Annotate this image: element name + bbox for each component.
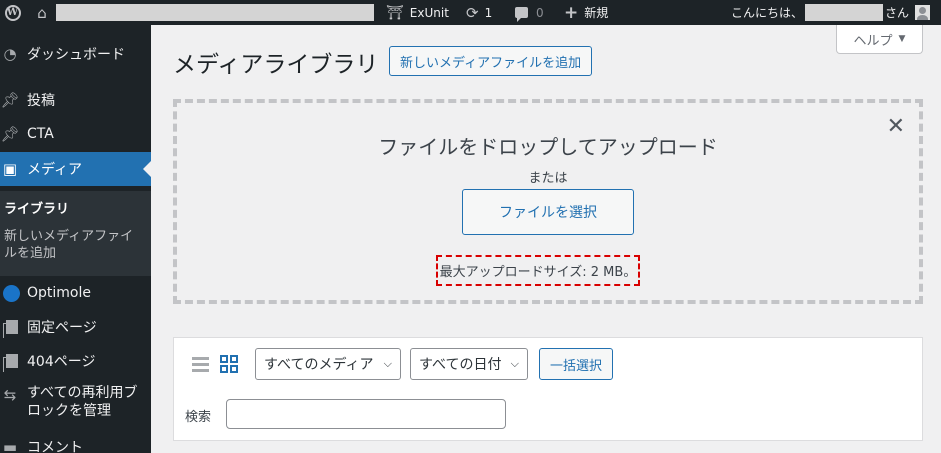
updates-icon: ⟳	[466, 3, 479, 22]
sidebar-item-label: 固定ページ	[27, 320, 97, 336]
updates-menu[interactable]: ⟳ 1	[466, 0, 492, 25]
sidebar-item-posts[interactable]: 📌︎ 投稿	[0, 89, 151, 111]
chevron-down-icon: ⌵	[510, 357, 519, 370]
sidebar-item-optimole[interactable]: Optimole	[0, 282, 151, 304]
comments-icon: ▬	[2, 438, 18, 453]
reusable-blocks-icon: ⇆	[3, 386, 17, 404]
media-toolbar: すべてのメディア ⌵ すべての日付 ⌵ 一括選択 検索	[173, 337, 923, 441]
media-type-filter[interactable]: すべてのメディア ⌵	[255, 348, 401, 380]
bulk-select-button[interactable]: 一括選択	[539, 348, 614, 380]
date-filter-value: すべての日付	[419, 357, 502, 373]
sidebar-item-comments[interactable]: ▬ コメント	[0, 436, 151, 453]
max-upload-size: 最大アップロードサイズ: 2 MB。	[436, 255, 640, 286]
submenu-item-add-new-line2: ルを追加	[4, 246, 57, 261]
plus-icon: +	[564, 2, 579, 23]
help-label: ヘルプ	[853, 33, 893, 49]
media-type-filter-value: すべてのメディア	[264, 357, 374, 373]
comments-count: 0	[536, 5, 544, 20]
admin-bar: W ⌂ ⛩ ExUnit ⟳ 1 0 + 新規 こんにちは、 さん	[0, 0, 941, 25]
pin-icon: 📌︎	[0, 125, 20, 143]
or-text: または	[528, 171, 568, 186]
submenu-item-add-new[interactable]: 新しいメディアファイ ルを追加	[4, 228, 133, 262]
greeting-suffix: さん	[885, 6, 910, 20]
sidebar-item-label: 投稿	[27, 93, 55, 109]
search-input[interactable]	[226, 399, 506, 429]
drop-title: ファイルをドロップしてアップロード	[378, 135, 718, 159]
comment-bubble-icon	[515, 7, 528, 22]
help-tab-button[interactable]: ヘルプ ▼	[836, 25, 923, 54]
sidebar-item-pages[interactable]: 固定ページ	[0, 316, 151, 338]
caret-down-icon: ▼	[898, 34, 906, 44]
sidebar-item-404-page[interactable]: 404ページ	[0, 350, 151, 372]
page-title: メディアライブラリ	[173, 52, 379, 78]
sidebar-item-cta[interactable]: 📌︎ CTA	[0, 123, 151, 145]
list-view-icon[interactable]	[192, 356, 209, 373]
new-content-menu[interactable]: + 新規	[564, 0, 608, 25]
admin-sidebar: ◔ ダッシュボード 📌︎ 投稿 📌︎ CTA ▣ メディア ライブラリ 新しいメ…	[0, 25, 151, 453]
wordpress-logo-icon[interactable]: W	[0, 0, 25, 25]
sidebar-item-label: Optimole	[27, 285, 91, 301]
sidebar-item-label-line1: すべての再利用ブ	[27, 385, 138, 401]
search-label: 検索	[185, 410, 212, 425]
submenu-item-add-new-line1: 新しいメディアファイ	[4, 229, 134, 244]
chevron-down-icon: ⌵	[383, 357, 392, 370]
sidebar-item-label: CTA	[27, 126, 54, 142]
date-filter[interactable]: すべての日付 ⌵	[410, 348, 528, 380]
select-files-button[interactable]: ファイルを選択	[462, 189, 634, 235]
home-icon[interactable]: ⌂	[33, 0, 51, 25]
dashboard-icon: ◔	[3, 45, 17, 63]
sidebar-item-label: コメント	[27, 440, 83, 453]
sidebar-item-label: ダッシュボード	[27, 47, 125, 63]
media-submenu: ライブラリ 新しいメディアファイ ルを追加	[0, 191, 151, 276]
comments-menu[interactable]: 0	[515, 0, 544, 25]
sidebar-item-label-line2: ロックを管理	[27, 403, 111, 419]
exunit-label: ExUnit	[409, 5, 449, 20]
sidebar-item-label: メディア	[27, 162, 83, 178]
exunit-icon: ⛩	[386, 4, 404, 21]
sidebar-item-label: 404ページ	[27, 354, 96, 370]
site-name-redacted[interactable]	[56, 4, 374, 21]
avatar	[915, 5, 931, 20]
greeting-prefix: こんにちは、	[731, 6, 804, 20]
submenu-item-library[interactable]: ライブラリ	[4, 201, 69, 218]
sidebar-item-label: すべての再利用ブ ロックを管理	[27, 384, 137, 420]
active-indicator	[143, 161, 151, 177]
pin-icon: 📌︎	[0, 91, 20, 109]
my-account-menu[interactable]: こんにちは、 さん	[731, 0, 931, 25]
add-new-media-button[interactable]: 新しいメディアファイルを追加	[389, 46, 593, 76]
new-label: 新規	[584, 6, 609, 20]
optimole-icon	[0, 284, 20, 302]
page-icon	[0, 354, 20, 372]
exunit-menu[interactable]: ⛩ ExUnit	[386, 0, 449, 25]
updates-count: 1	[484, 5, 493, 20]
media-icon: ▣	[2, 160, 18, 178]
sidebar-item-dashboard[interactable]: ◔ ダッシュボード	[0, 43, 151, 65]
sidebar-item-media[interactable]: ▣ メディア	[0, 152, 151, 186]
sidebar-item-reusable-blocks[interactable]: ⇆ すべての再利用ブ ロックを管理	[0, 384, 151, 424]
page-icon	[0, 320, 20, 338]
grid-view-icon[interactable]	[220, 355, 238, 373]
username-redacted	[805, 4, 884, 21]
main-content: ヘルプ ▼ メディアライブラリ 新しいメディアファイルを追加 ✕ ファイルをドロ…	[151, 25, 941, 453]
upload-drop-zone[interactable]: ✕ ファイルをドロップしてアップロード または ファイルを選択 最大アップロード…	[173, 99, 923, 304]
